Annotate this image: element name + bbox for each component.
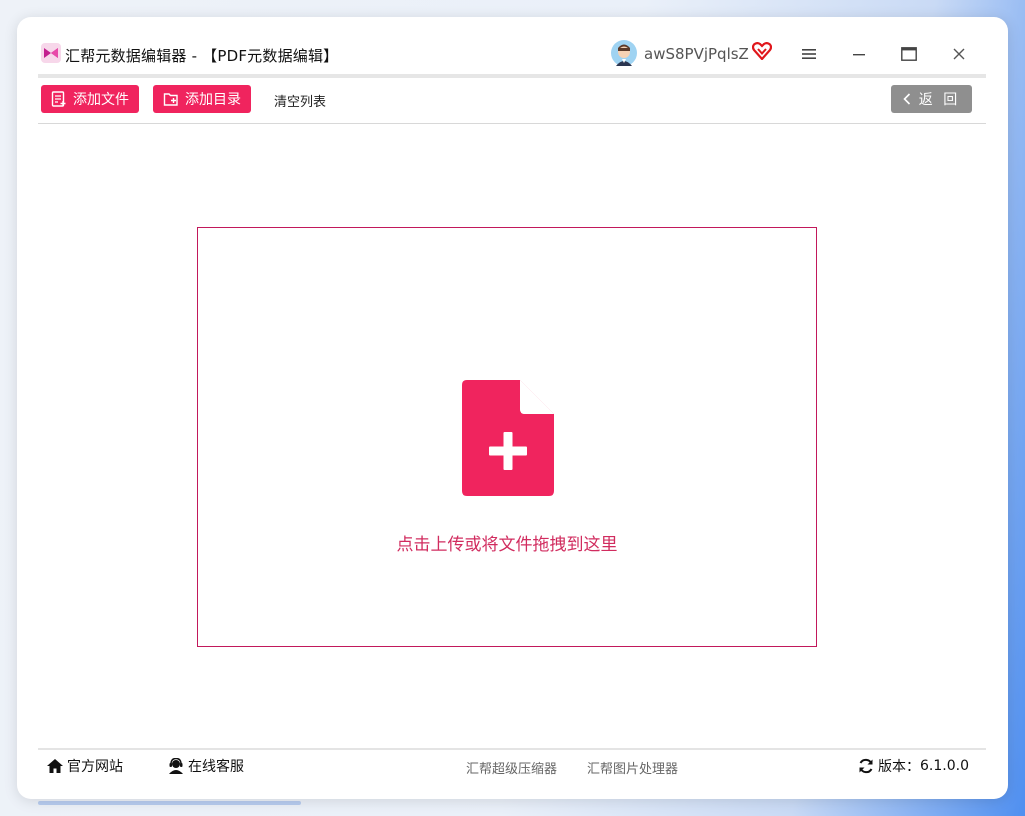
online-support-label: 在线客服 (188, 759, 244, 775)
app-title: 汇帮元数据编辑器 - 【PDF元数据编辑】 (65, 47, 339, 65)
clear-list-button[interactable]: 清空列表 (274, 91, 326, 110)
toolbar: 添加文件 添加目录 清空列表 返 回 (38, 82, 986, 118)
super-compressor-link[interactable]: 汇帮超级压缩器 (466, 758, 557, 777)
file-drop-zone[interactable]: 点击上传或将文件拖拽到这里 (197, 227, 817, 647)
close-button[interactable] (946, 41, 972, 67)
version-label: 版本： (878, 759, 920, 775)
add-file-button[interactable]: 添加文件 (41, 85, 139, 113)
refresh-icon[interactable] (858, 758, 874, 774)
footer-divider (38, 748, 986, 750)
support-agent-icon (169, 758, 183, 774)
maximize-button[interactable] (896, 41, 922, 67)
minimize-icon (853, 54, 865, 56)
close-icon (953, 48, 965, 60)
add-folder-icon (163, 93, 178, 106)
menu-button[interactable] (796, 41, 822, 67)
add-folder-label: 添加目录 (185, 92, 241, 108)
app-window: 汇帮元数据编辑器 - 【PDF元数据编辑】 awS8PVjPqlsZ 添加文件 … (17, 17, 1008, 799)
version-number: 6.1.0.0 (920, 758, 969, 774)
add-document-icon (462, 380, 554, 496)
taskbar-hint (38, 801, 301, 805)
username[interactable]: awS8PVjPqlsZ (644, 45, 749, 63)
title-separator (38, 74, 986, 78)
drop-hint-text: 点击上传或将文件拖拽到这里 (396, 535, 618, 555)
vip-heart-icon[interactable] (752, 42, 772, 60)
version-info: 版本： 6.1.0.0 (858, 756, 969, 776)
home-icon (47, 759, 63, 773)
hamburger-icon (802, 49, 816, 59)
add-folder-button[interactable]: 添加目录 (153, 85, 251, 113)
footer: 官方网站 在线客服 汇帮超级压缩器 汇帮图片处理器 版本： 6.1.0.0 (38, 753, 986, 779)
back-button[interactable]: 返 回 (891, 85, 972, 113)
back-label: 返 回 (918, 92, 961, 108)
toolbar-divider (38, 123, 986, 124)
app-logo-icon (41, 43, 61, 63)
official-website-link[interactable]: 官方网站 (46, 756, 123, 776)
online-support-link[interactable]: 在线客服 (167, 756, 244, 776)
maximize-icon (901, 47, 917, 61)
title-bar: 汇帮元数据编辑器 - 【PDF元数据编辑】 awS8PVjPqlsZ (38, 37, 986, 73)
window-content: 汇帮元数据编辑器 - 【PDF元数据编辑】 awS8PVjPqlsZ 添加文件 … (38, 37, 986, 779)
user-avatar[interactable] (611, 40, 637, 66)
add-file-icon (51, 91, 66, 107)
image-processor-link[interactable]: 汇帮图片处理器 (587, 758, 678, 777)
official-website-label: 官方网站 (67, 759, 123, 775)
minimize-button[interactable] (846, 41, 872, 67)
chevron-left-icon (903, 93, 910, 105)
add-file-label: 添加文件 (73, 92, 129, 108)
